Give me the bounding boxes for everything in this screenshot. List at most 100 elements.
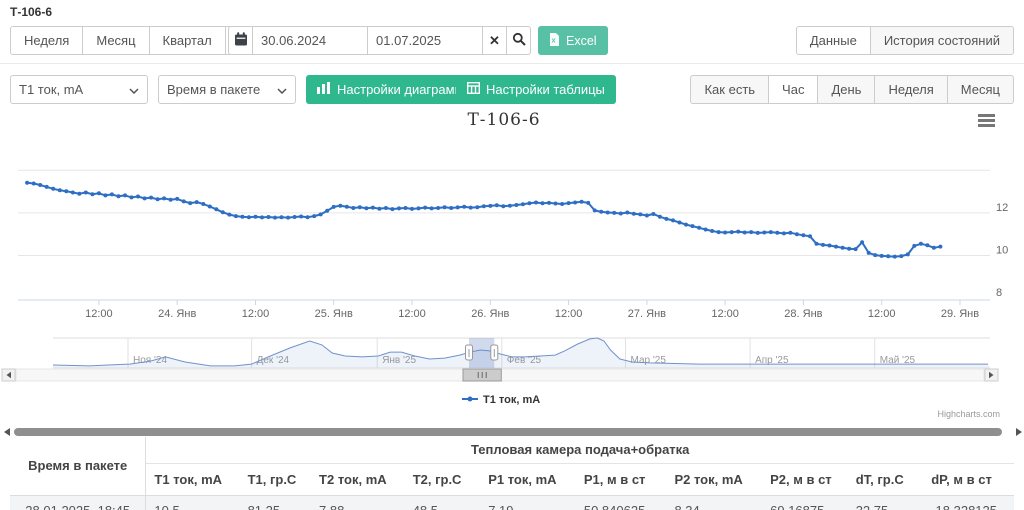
series-marker [932,246,936,250]
series-marker [521,202,525,206]
x-tick-label: 26. Янв [471,308,509,320]
agg-button-1[interactable]: Как есть [690,75,769,104]
series-marker [691,224,695,228]
series-marker [149,196,153,200]
table-column-header-4: T2, гр.C [405,463,481,495]
table-scrollbar-thumb[interactable] [14,428,1002,436]
series-marker [534,201,538,205]
series-marker [45,185,49,189]
series-marker [345,205,349,209]
x-tick-label: 12:00 [242,308,270,320]
chevron-down-icon [277,82,287,97]
series-marker [443,205,447,209]
series-marker [606,211,610,215]
series-marker [214,207,218,211]
series-marker [71,191,75,195]
calendar-button[interactable] [228,26,253,55]
series-marker [384,206,388,210]
table-cell-5: 7.19 [480,495,576,510]
series-marker [371,206,375,210]
table-column-header-3: T2 ток, mA [311,463,405,495]
legend-label: T1 ток, mA [483,394,540,406]
chart-credit: Highcharts.com [937,409,1000,419]
series-marker [710,229,714,233]
series-marker [893,255,897,259]
main-series[interactable] [25,181,942,259]
agg-button-3[interactable]: День [818,75,875,104]
chart-scrollbar[interactable] [2,369,998,381]
range-button-3[interactable]: Квартал [150,26,226,55]
search-button[interactable] [507,26,531,55]
series-marker [351,206,355,210]
navigator[interactable]: Ноя '24Дек '24Янв '25Фев '25Мар '25Апр '… [53,338,990,368]
range-button-2[interactable]: Месяц [83,26,149,55]
table-settings-icon [467,82,480,97]
table-column-header-9: dT, гр.C [848,463,924,495]
series-marker [64,189,68,193]
chart-settings-label: Настройки диаграммы [337,82,473,97]
series-marker [97,191,101,195]
date-from-input[interactable] [253,26,368,55]
series-select[interactable]: T1 ток, mA [10,75,148,104]
table-cell-6: 50.840625 [576,495,667,510]
series-marker [704,228,708,232]
search-icon [512,32,526,49]
agg-button-2[interactable]: Час [769,75,818,104]
series-marker [130,195,134,199]
series-marker [867,251,871,255]
legend[interactable]: T1 ток, mA [462,394,540,406]
table-settings-button[interactable]: Настройки таблицы [456,75,616,104]
agg-button-4[interactable]: Неделя [875,75,947,104]
series-marker [632,212,636,216]
date-to-input[interactable] [368,26,483,55]
excel-export-button[interactable]: x Excel [538,26,608,55]
main-chart: 1210812:0024. Янв12:0025. Янв12:0026. Ян… [0,108,1024,425]
x-axis: 12:0024. Янв12:0025. Янв12:0026. Янв12:0… [18,300,990,320]
series-marker [841,246,845,250]
table-column-header-10: dP, м в ст [923,463,1014,495]
series-marker [280,215,284,219]
data-table-wrap: Время в пакете Тепловая камера подача+об… [10,437,1014,510]
scroll-right-icon[interactable] [1016,428,1022,436]
table-column-header-2: T1, гр.C [240,463,311,495]
agg-button-5[interactable]: Месяц [948,75,1014,104]
series-marker [678,221,682,225]
table-group-header: Тепловая камера подача+обратка [146,437,1014,463]
table-column-header-5: P1 ток, mA [480,463,576,495]
chart-settings-icon [317,82,331,97]
series-marker [749,230,753,234]
series-marker [886,254,890,258]
series-marker [645,214,649,218]
y-tick-label: 12 [996,202,1008,214]
series-marker [299,215,303,219]
series-marker [469,206,473,210]
series-marker [84,191,88,195]
series-marker [919,242,923,246]
aggregation-button-group: Как естьЧасДеньНеделяМесяц [690,75,1014,104]
series-marker [38,183,42,187]
series-marker [638,212,642,216]
series-select-value: T1 ток, mA [19,82,83,97]
view-tab-1[interactable]: Данные [796,26,871,55]
series-marker [541,201,545,205]
series-marker [260,215,264,219]
series-marker [162,196,166,200]
table-row[interactable]: 28.01.2025, 18:4510.581.257.8848.57.1950… [10,495,1014,510]
series-marker [554,202,558,206]
series-marker [612,211,616,215]
excel-file-icon: x [549,33,560,49]
series-marker [201,202,205,206]
view-tab-2[interactable]: История состояний [871,26,1014,55]
series-marker [195,200,199,204]
series-marker [286,216,290,220]
series-marker [58,188,62,192]
interval-select[interactable]: Время в пакете [158,75,296,104]
scroll-left-icon[interactable] [4,428,10,436]
range-button-1[interactable]: Неделя [10,26,83,55]
series-marker [364,206,368,210]
clear-dates-button[interactable]: ✕ [483,26,507,55]
series-marker [599,210,603,214]
series-marker [325,209,329,213]
series-marker [769,230,773,234]
series-marker [32,182,36,186]
